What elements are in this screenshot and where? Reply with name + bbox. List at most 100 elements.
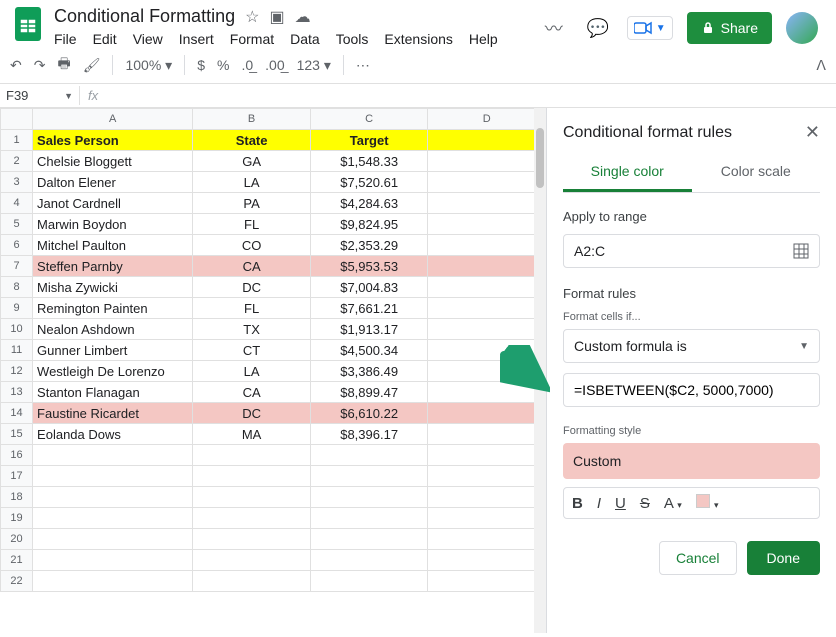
comments-icon[interactable]: 💬 bbox=[583, 13, 613, 43]
cell[interactable]: Stanton Flanagan bbox=[33, 382, 193, 403]
redo-icon[interactable]: ↷ bbox=[34, 57, 46, 74]
cell[interactable]: FL bbox=[193, 214, 311, 235]
row-header[interactable]: 17 bbox=[1, 466, 33, 487]
meet-button[interactable]: ▼ bbox=[627, 16, 673, 40]
row-header[interactable]: 10 bbox=[1, 319, 33, 340]
row-header[interactable]: 4 bbox=[1, 193, 33, 214]
cell[interactable] bbox=[193, 550, 311, 571]
cell[interactable] bbox=[428, 550, 546, 571]
style-preview[interactable]: Custom bbox=[563, 443, 820, 479]
cell[interactable]: PA bbox=[193, 193, 311, 214]
cancel-button[interactable]: Cancel bbox=[659, 541, 737, 575]
cell[interactable]: Nealon Ashdown bbox=[33, 319, 193, 340]
row-header[interactable]: 6 bbox=[1, 235, 33, 256]
bold-icon[interactable]: B bbox=[572, 495, 583, 512]
row-header[interactable]: 18 bbox=[1, 487, 33, 508]
cell[interactable] bbox=[428, 340, 546, 361]
cell[interactable]: LA bbox=[193, 172, 311, 193]
column-header[interactable]: C bbox=[310, 109, 428, 130]
paint-format-icon[interactable]: 🖌 bbox=[83, 57, 101, 74]
cell[interactable]: Mitchel Paulton bbox=[33, 235, 193, 256]
cell[interactable]: $4,500.34 bbox=[310, 340, 428, 361]
cell[interactable]: $6,610.22 bbox=[310, 403, 428, 424]
cell[interactable]: $5,953.53 bbox=[310, 256, 428, 277]
cell[interactable] bbox=[428, 508, 546, 529]
underline-icon[interactable]: U bbox=[615, 495, 626, 512]
strike-icon[interactable]: S bbox=[640, 495, 650, 512]
cell[interactable] bbox=[428, 319, 546, 340]
cell[interactable] bbox=[428, 214, 546, 235]
activity-icon[interactable]: 〰 bbox=[539, 13, 569, 43]
cell[interactable] bbox=[428, 445, 546, 466]
row-header[interactable]: 12 bbox=[1, 361, 33, 382]
cell[interactable]: Steffen Parnby bbox=[33, 256, 193, 277]
star-icon[interactable]: ☆ bbox=[245, 7, 259, 27]
formula-input[interactable] bbox=[563, 373, 820, 407]
cell[interactable]: CA bbox=[193, 382, 311, 403]
cell[interactable]: $7,661.21 bbox=[310, 298, 428, 319]
cell[interactable]: Marwin Boydon bbox=[33, 214, 193, 235]
cell[interactable] bbox=[310, 466, 428, 487]
share-button[interactable]: Share bbox=[687, 12, 772, 44]
cell[interactable] bbox=[310, 571, 428, 592]
menu-edit[interactable]: Edit bbox=[93, 31, 117, 47]
cell[interactable] bbox=[193, 487, 311, 508]
cell[interactable] bbox=[310, 508, 428, 529]
range-input[interactable]: A2:C bbox=[563, 234, 820, 268]
fill-color-icon[interactable]: ▾ bbox=[696, 494, 719, 512]
menu-tools[interactable]: Tools bbox=[336, 31, 369, 47]
cell[interactable] bbox=[428, 256, 546, 277]
tab-single-color[interactable]: Single color bbox=[563, 153, 692, 192]
cell[interactable] bbox=[428, 130, 546, 151]
cell[interactable]: Faustine Ricardet bbox=[33, 403, 193, 424]
number-format-select[interactable]: 123 ▾ bbox=[297, 57, 331, 74]
doc-title[interactable]: Conditional Formatting bbox=[54, 6, 235, 27]
cell[interactable]: Target bbox=[310, 130, 428, 151]
row-header[interactable]: 21 bbox=[1, 550, 33, 571]
cell[interactable] bbox=[193, 571, 311, 592]
row-header[interactable]: 11 bbox=[1, 340, 33, 361]
column-header[interactable]: A bbox=[33, 109, 193, 130]
cell[interactable]: DC bbox=[193, 403, 311, 424]
tab-color-scale[interactable]: Color scale bbox=[692, 153, 821, 192]
row-header[interactable]: 3 bbox=[1, 172, 33, 193]
cell[interactable] bbox=[428, 172, 546, 193]
column-header[interactable]: D bbox=[428, 109, 546, 130]
row-header[interactable]: 19 bbox=[1, 508, 33, 529]
cell[interactable]: DC bbox=[193, 277, 311, 298]
increase-decimal-icon[interactable]: .00̲ bbox=[265, 57, 284, 73]
move-icon[interactable]: ▣ bbox=[269, 7, 284, 27]
cloud-icon[interactable]: ☁ bbox=[295, 7, 311, 27]
cell[interactable]: Chelsie Bloggett bbox=[33, 151, 193, 172]
cell[interactable] bbox=[33, 487, 193, 508]
cell[interactable]: $7,520.61 bbox=[310, 172, 428, 193]
row-header[interactable]: 5 bbox=[1, 214, 33, 235]
currency-icon[interactable]: $ bbox=[197, 57, 205, 73]
cell[interactable] bbox=[33, 445, 193, 466]
condition-select[interactable]: Custom formula is ▼ bbox=[563, 329, 820, 363]
cell[interactable]: CT bbox=[193, 340, 311, 361]
cell[interactable]: $1,913.17 bbox=[310, 319, 428, 340]
cell[interactable]: CO bbox=[193, 235, 311, 256]
sheets-logo-icon[interactable] bbox=[10, 6, 46, 42]
cell[interactable]: $7,004.83 bbox=[310, 277, 428, 298]
cell[interactable] bbox=[310, 445, 428, 466]
column-header[interactable] bbox=[1, 109, 33, 130]
row-header[interactable]: 16 bbox=[1, 445, 33, 466]
menu-file[interactable]: File bbox=[54, 31, 77, 47]
italic-icon[interactable]: I bbox=[597, 495, 601, 512]
text-color-icon[interactable]: A ▾ bbox=[664, 495, 682, 512]
cell[interactable]: $4,284.63 bbox=[310, 193, 428, 214]
more-toolbar-icon[interactable]: ⋯ bbox=[356, 57, 370, 74]
row-header[interactable]: 1 bbox=[1, 130, 33, 151]
cell[interactable]: State bbox=[193, 130, 311, 151]
cell[interactable] bbox=[310, 529, 428, 550]
menu-data[interactable]: Data bbox=[290, 31, 320, 47]
undo-icon[interactable]: ↶ bbox=[10, 57, 22, 74]
cell[interactable] bbox=[428, 487, 546, 508]
menu-insert[interactable]: Insert bbox=[179, 31, 214, 47]
done-button[interactable]: Done bbox=[747, 541, 820, 575]
select-range-icon[interactable] bbox=[793, 243, 809, 259]
cell[interactable] bbox=[428, 529, 546, 550]
cell[interactable] bbox=[428, 571, 546, 592]
